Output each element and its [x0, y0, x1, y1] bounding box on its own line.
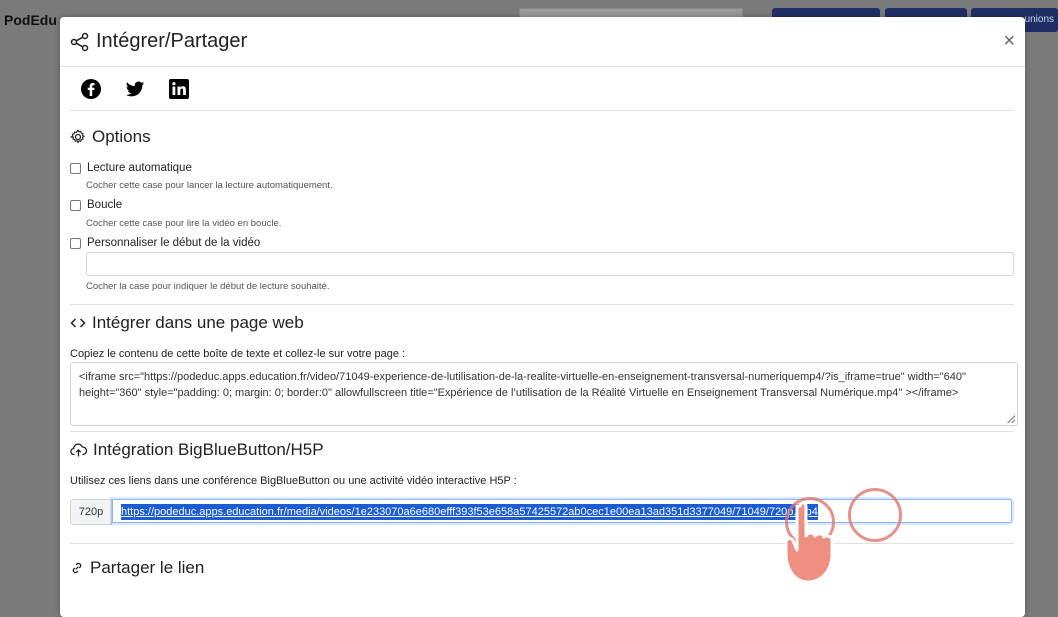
autoplay-label: Lecture automatique: [87, 162, 192, 174]
gear-icon: [70, 129, 86, 144]
code-icon: [70, 318, 86, 328]
quality-badge: 720p: [70, 499, 112, 525]
click-highlight-circle: [848, 488, 902, 542]
loop-checkbox[interactable]: [70, 199, 81, 211]
bbb-heading: Intégration BigBlueButton/H5P: [70, 440, 324, 460]
start-label: Personnaliser le début de la vidéo: [87, 237, 261, 249]
social-share-bar: [80, 78, 190, 100]
embed-instructions: Copiez le contenu de cette boîte de text…: [70, 348, 406, 360]
modal-header: Intégrer/Partager ×: [60, 17, 1025, 67]
loop-option[interactable]: Boucle: [70, 199, 122, 211]
embed-heading-text: Intégrer dans une page web: [92, 313, 304, 332]
embed-code-text: <iframe src="https://podeduc.apps.educat…: [79, 371, 966, 399]
modal-title-text: Intégrer/Partager: [96, 30, 248, 52]
start-option[interactable]: Personnaliser le début de la vidéo: [70, 237, 260, 249]
bbb-heading-text: Intégration BigBlueButton/H5P: [93, 440, 324, 459]
divider: [70, 543, 1014, 544]
options-heading: Options: [70, 127, 151, 147]
embed-code-textarea[interactable]: <iframe src="https://podeduc.apps.educat…: [70, 362, 1018, 426]
start-time-input[interactable]: [86, 252, 1014, 276]
brand-logo[interactable]: PodEdu: [4, 12, 57, 28]
facebook-icon[interactable]: [80, 78, 102, 100]
pointing-hand-icon: [784, 501, 834, 584]
video-url-selected-text: https://podeduc.apps.education.fr/media/…: [121, 504, 818, 520]
embed-heading: Intégrer dans une page web: [70, 313, 304, 333]
link-icon: [72, 562, 82, 574]
share-link-heading-text: Partager le lien: [90, 558, 205, 577]
twitter-icon[interactable]: [124, 78, 146, 100]
share-link-heading: Partager le lien: [70, 558, 204, 578]
divider: [70, 431, 1014, 432]
cloud-upload-icon: [70, 443, 87, 457]
start-checkbox[interactable]: [70, 237, 81, 249]
bbb-instructions: Utilisez ces liens dans une conférence B…: [70, 475, 517, 487]
linkedin-icon[interactable]: [168, 78, 190, 100]
resize-handle[interactable]: [1007, 415, 1015, 423]
loop-label: Boucle: [87, 199, 123, 211]
divider: [70, 110, 1014, 111]
start-hint: Cocher la case pour indiquer le début de…: [86, 281, 330, 292]
autoplay-option[interactable]: Lecture automatique: [70, 162, 192, 174]
autoplay-checkbox[interactable]: [70, 162, 81, 174]
modal-title: Intégrer/Partager: [70, 30, 247, 53]
share-icon: [70, 32, 89, 51]
options-heading-text: Options: [92, 127, 151, 146]
loop-hint: Cocher cette case pour lire la vidéo en …: [86, 218, 282, 229]
autoplay-hint: Cocher cette case pour lancer la lecture…: [86, 180, 333, 191]
divider: [70, 304, 1014, 305]
close-button[interactable]: ×: [1003, 31, 1015, 51]
